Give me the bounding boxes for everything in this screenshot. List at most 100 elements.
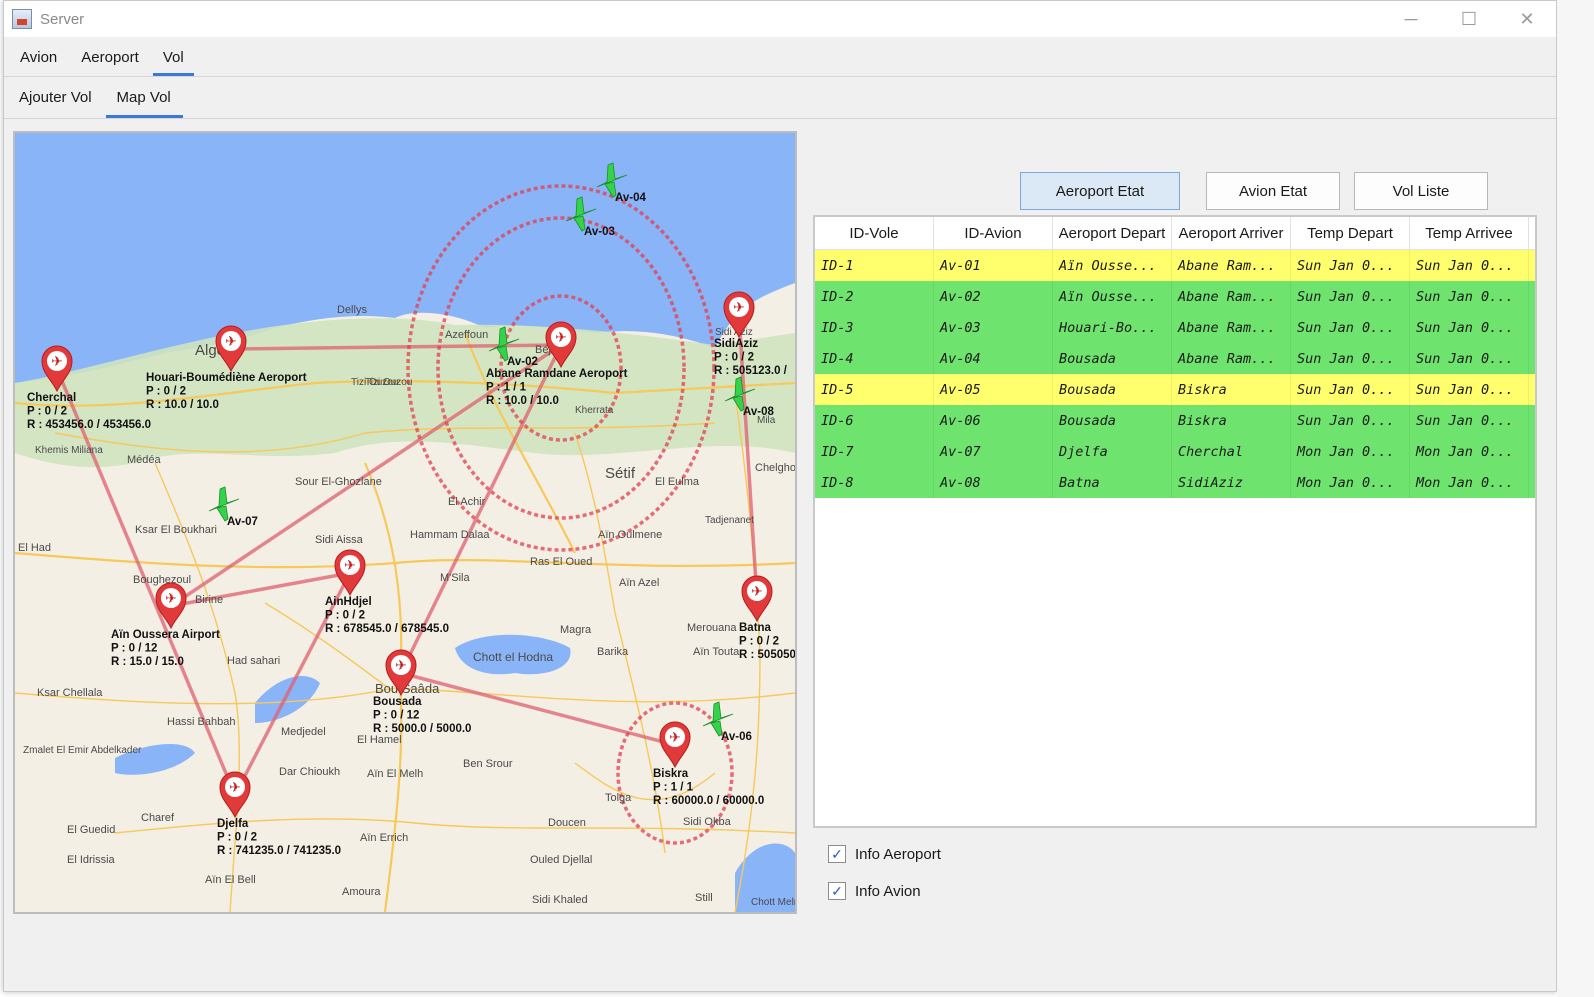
cell-id-avion[interactable]: Av-04 — [934, 343, 1053, 374]
cell-temp-depart[interactable]: Sun Jan 0... — [1291, 281, 1410, 312]
column-header-id-vole[interactable]: ID-Vole — [815, 217, 934, 249]
vol-liste-button[interactable]: Vol Liste — [1354, 172, 1488, 210]
cell-temp-depart[interactable]: Mon Jan 0... — [1291, 467, 1410, 498]
column-header-temp-arrivee[interactable]: Temp Arrivee — [1410, 217, 1529, 249]
tab-map-vol[interactable]: Map Vol — [105, 89, 183, 118]
table-row[interactable]: ID-7 Av-07 Djelfa Cherchal Mon Jan 0... Mon J… — [815, 436, 1535, 467]
cell-aeroport-depart[interactable]: Djelfa — [1053, 436, 1172, 467]
cell-id-avion[interactable]: Av-03 — [934, 312, 1053, 343]
cell-temp-arrivee[interactable]: Sun Jan 0... — [1410, 405, 1529, 436]
cell-id-vole[interactable]: ID-1 — [815, 250, 934, 281]
cell-temp-arrivee[interactable]: Sun Jan 0... — [1410, 374, 1529, 405]
cell-temp-depart[interactable]: Mon Jan 0... — [1291, 436, 1410, 467]
cell-temp-arrivee[interactable]: Mon Jan 0... — [1410, 467, 1529, 498]
airport-places-label: P : 0 / 2 — [325, 610, 365, 622]
table-row[interactable]: ID-6 Av-06 Bousada Biskra Sun Jan 0... Sun Ja… — [815, 405, 1535, 436]
close-button[interactable]: ✕ — [1498, 1, 1556, 37]
map-canvas[interactable]: AlgerSétifChott el HodnaMédéaBéjaïaBarik… — [15, 133, 795, 912]
cell-aeroport-arriver[interactable]: Abane Ram... — [1172, 343, 1291, 374]
cell-temp-arrivee[interactable]: Sun Jan 0... — [1410, 281, 1529, 312]
airport-range-label: R : 15.0 / 15.0 — [111, 656, 184, 668]
cell-temp-depart[interactable]: Sun Jan 0... — [1291, 250, 1410, 281]
maximize-button[interactable]: ☐ — [1440, 1, 1498, 37]
cell-aeroport-arriver[interactable]: Biskra — [1172, 374, 1291, 405]
cell-id-avion[interactable]: Av-08 — [934, 467, 1053, 498]
cell-id-avion[interactable]: Av-07 — [934, 436, 1053, 467]
cell-id-avion[interactable]: Av-02 — [934, 281, 1053, 312]
tab-aeroport[interactable]: Aeroport — [71, 49, 149, 76]
table-row[interactable]: ID-1 Av-01 Aïn Ousse... Abane Ram... Sun Jan… — [815, 250, 1535, 281]
tab-vol[interactable]: Vol — [152, 49, 194, 76]
window-controls: ─ ☐ ✕ — [1382, 1, 1556, 37]
cell-aeroport-depart[interactable]: Houari-Bo... — [1053, 312, 1172, 343]
cell-temp-arrivee[interactable]: Mon Jan 0... — [1410, 436, 1529, 467]
cell-id-avion[interactable]: Av-06 — [934, 405, 1053, 436]
flights-table[interactable]: ID-Vole ID-Avion Aeroport Depart Aeropor… — [813, 215, 1537, 828]
plane-id-label: Av-04 — [615, 192, 646, 204]
info-aeroport-checkbox[interactable]: ✓ — [828, 845, 846, 863]
cell-id-vole[interactable]: ID-2 — [815, 281, 934, 312]
plane-marker[interactable]: Av-07 — [208, 486, 258, 528]
place-label: Ras El Oued — [530, 556, 592, 568]
cell-aeroport-depart[interactable]: Bousada — [1053, 343, 1172, 374]
table-row[interactable]: ID-8 Av-08 Batna SidiAziz Mon Jan 0... Mon Ja… — [815, 467, 1535, 498]
column-header-aeroport-arriver[interactable]: Aeroport Arriver — [1172, 217, 1291, 249]
plane-marker[interactable]: Av-06 — [702, 701, 752, 743]
place-label: Aïn El Bell — [205, 874, 256, 886]
info-aeroport-checkbox-row[interactable]: ✓ Info Aeroport — [828, 845, 941, 863]
cell-aeroport-arriver[interactable]: Abane Ram... — [1172, 250, 1291, 281]
cell-temp-arrivee[interactable]: Sun Jan 0... — [1410, 343, 1529, 374]
cell-aeroport-arriver[interactable]: Cherchal — [1172, 436, 1291, 467]
tab-ajouter-vol[interactable]: Ajouter Vol — [8, 89, 104, 118]
airport-marker[interactable]: ✈ Batna P : 0 / 2R : 505050 — [739, 575, 795, 661]
cell-temp-depart[interactable]: Sun Jan 0... — [1291, 405, 1410, 436]
table-row[interactable]: ID-2 Av-02 Aïn Ousse... Abane Ram... Sun Jan… — [815, 281, 1535, 312]
info-avion-checkbox[interactable]: ✓ — [828, 882, 846, 900]
cell-aeroport-depart[interactable]: Aïn Ousse... — [1053, 281, 1172, 312]
cell-id-vole[interactable]: ID-4 — [815, 343, 934, 374]
column-header-aeroport-depart[interactable]: Aeroport Depart — [1053, 217, 1172, 249]
cell-temp-arrivee[interactable]: Sun Jan 0... — [1410, 312, 1529, 343]
info-avion-checkbox-row[interactable]: ✓ Info Avion — [828, 882, 921, 900]
cell-temp-depart[interactable]: Sun Jan 0... — [1291, 374, 1410, 405]
cell-temp-depart[interactable]: Sun Jan 0... — [1291, 343, 1410, 374]
table-row[interactable]: ID-4 Av-04 Bousada Abane Ram... Sun Jan 0...… — [815, 343, 1535, 374]
cell-aeroport-arriver[interactable]: Abane Ram... — [1172, 281, 1291, 312]
table-row[interactable]: ID-5 Av-05 Bousada Biskra Sun Jan 0... Sun Ja… — [815, 374, 1535, 405]
cell-aeroport-arriver[interactable]: Abane Ram... — [1172, 312, 1291, 343]
column-header-temp-depart[interactable]: Temp Depart — [1291, 217, 1410, 249]
plane-id-label: Av-02 — [507, 356, 538, 368]
cell-id-vole[interactable]: ID-8 — [815, 467, 934, 498]
plane-id-label: Av-03 — [584, 226, 615, 238]
flight-map[interactable]: AlgerSétifChott el HodnaMédéaBéjaïaBarik… — [13, 131, 797, 914]
cell-temp-arrivee[interactable]: Sun Jan 0... — [1410, 250, 1529, 281]
airport-name-label: Aïn Oussera Airport — [111, 629, 220, 641]
airport-marker[interactable]: ✈ Djelfa P : 0 / 2R : 741235.0 / 741235.0 — [217, 771, 341, 857]
minimize-button[interactable]: ─ — [1382, 1, 1440, 37]
column-header-id-avion[interactable]: ID-Avion — [934, 217, 1053, 249]
place-label: Médéa — [127, 454, 162, 466]
cell-aeroport-depart[interactable]: Bousada — [1053, 405, 1172, 436]
table-row[interactable]: ID-3 Av-03 Houari-Bo... Abane Ram... Sun Jan… — [815, 312, 1535, 343]
airport-range-label: R : 60000.0 / 60000.0 — [653, 795, 764, 807]
cell-id-vole[interactable]: ID-3 — [815, 312, 934, 343]
place-label: Zmalet El Emir Abdelkader — [23, 745, 142, 756]
aeroport-etat-button[interactable]: Aeroport Etat — [1020, 172, 1180, 210]
cell-aeroport-depart[interactable]: Batna — [1053, 467, 1172, 498]
tab-avion[interactable]: Avion — [10, 49, 67, 76]
airport-name-label: Abane Ramdane Aeroport — [486, 368, 628, 380]
cell-id-avion[interactable]: Av-05 — [934, 374, 1053, 405]
cell-aeroport-arriver[interactable]: SidiAziz — [1172, 467, 1291, 498]
place-label: Tizi Ouzou — [351, 377, 398, 388]
place-label: Doucen — [548, 817, 586, 829]
avion-etat-button[interactable]: Avion Etat — [1206, 172, 1340, 210]
cell-id-vole[interactable]: ID-5 — [815, 374, 934, 405]
cell-aeroport-depart[interactable]: Bousada — [1053, 374, 1172, 405]
cell-id-vole[interactable]: ID-6 — [815, 405, 934, 436]
cell-temp-depart[interactable]: Sun Jan 0... — [1291, 312, 1410, 343]
place-label: El Guedid — [67, 824, 115, 836]
cell-id-vole[interactable]: ID-7 — [815, 436, 934, 467]
cell-aeroport-depart[interactable]: Aïn Ousse... — [1053, 250, 1172, 281]
cell-id-avion[interactable]: Av-01 — [934, 250, 1053, 281]
cell-aeroport-arriver[interactable]: Biskra — [1172, 405, 1291, 436]
